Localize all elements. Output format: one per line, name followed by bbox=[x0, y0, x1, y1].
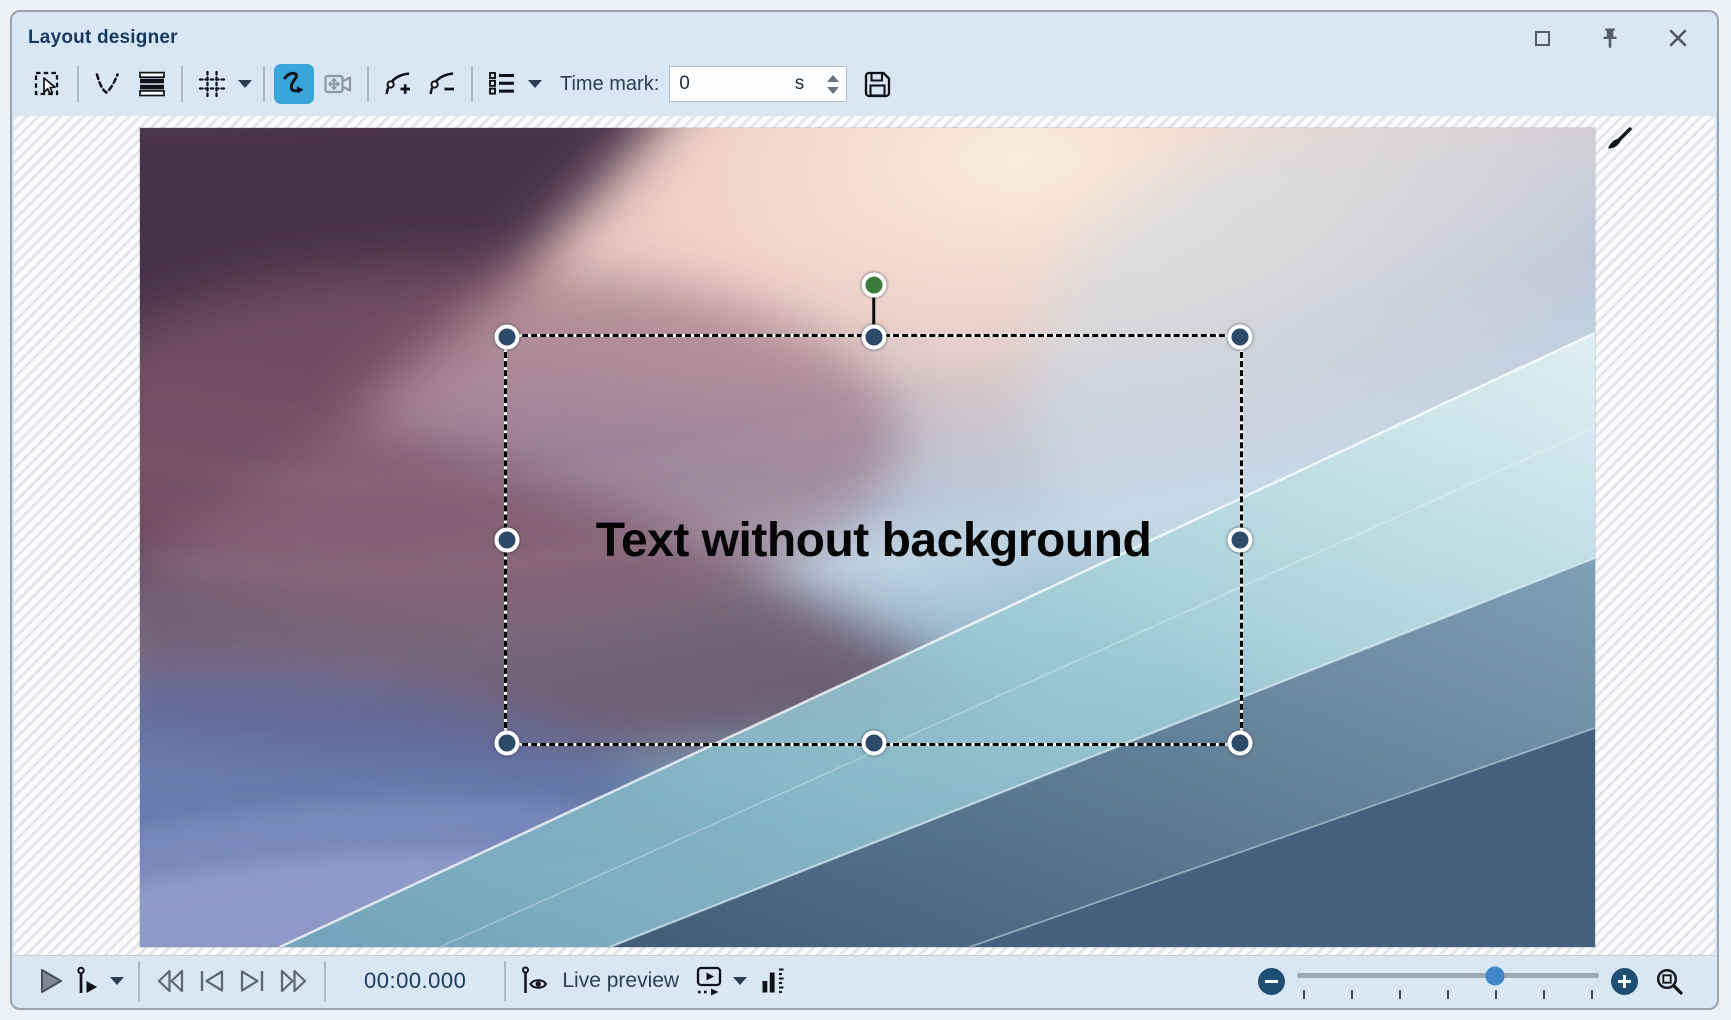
canvas-area: Text without background bbox=[14, 116, 1715, 961]
preview-window-button[interactable] bbox=[693, 965, 725, 998]
zoom-slider-track[interactable] bbox=[1297, 973, 1599, 978]
time-mark-label: Time mark: bbox=[560, 73, 659, 96]
step-back-icon bbox=[196, 965, 228, 997]
rotation-handle[interactable] bbox=[861, 273, 886, 298]
spin-up-icon[interactable] bbox=[827, 75, 839, 82]
brush-icon[interactable] bbox=[1600, 126, 1634, 162]
zoom-out-icon bbox=[1265, 980, 1278, 983]
toolbar-separator bbox=[263, 66, 265, 102]
spin-down-icon[interactable] bbox=[827, 87, 839, 94]
element-list-dropdown-arrow[interactable] bbox=[528, 80, 542, 88]
step-forward-button[interactable] bbox=[236, 965, 268, 997]
selection-box[interactable]: Text without background bbox=[504, 334, 1243, 746]
play-icon bbox=[34, 965, 66, 997]
bottom-bar: 00:00.000 Live preview bbox=[14, 955, 1715, 1006]
zoom-slider-ticks bbox=[1303, 990, 1593, 999]
timecode-display: 00:00.000 bbox=[364, 968, 466, 994]
freehand-draw-button[interactable] bbox=[274, 64, 314, 104]
time-mark-unit: s bbox=[795, 73, 805, 95]
toolbar: Time mark: s bbox=[12, 58, 1717, 116]
toolbar-separator bbox=[367, 66, 369, 102]
camera-pan-button[interactable] bbox=[318, 64, 358, 104]
remove-control-point-button[interactable] bbox=[422, 64, 462, 104]
play-from-mark-icon bbox=[74, 965, 102, 997]
element-list-button[interactable] bbox=[482, 64, 522, 104]
rubber-band-select-button[interactable] bbox=[28, 64, 68, 104]
add-control-point-button[interactable] bbox=[378, 64, 418, 104]
layer-order-icon bbox=[137, 69, 167, 99]
path-select-button[interactable] bbox=[88, 64, 128, 104]
remove-control-point-icon bbox=[426, 68, 458, 100]
time-mark-input[interactable] bbox=[670, 73, 789, 95]
save-icon bbox=[862, 69, 893, 100]
zoom-controls bbox=[1258, 964, 1689, 998]
layout-designer-window: Layout designer bbox=[10, 10, 1719, 1010]
skip-to-start-button[interactable] bbox=[154, 965, 188, 997]
preview-options-dropdown-arrow[interactable] bbox=[733, 977, 747, 985]
design-canvas[interactable]: Text without background bbox=[140, 128, 1595, 947]
toolbar-separator bbox=[181, 66, 183, 102]
toolbar-separator bbox=[77, 66, 79, 102]
close-button[interactable] bbox=[1665, 25, 1691, 51]
stats-button[interactable] bbox=[759, 965, 787, 997]
camera-pan-icon bbox=[322, 68, 354, 100]
play-options-dropdown-arrow[interactable] bbox=[110, 977, 124, 985]
element-list-icon bbox=[487, 69, 517, 99]
titlebar: Layout designer bbox=[12, 12, 1717, 58]
save-button[interactable] bbox=[857, 64, 897, 104]
window-controls bbox=[1529, 25, 1691, 51]
preview-window-icon bbox=[693, 965, 725, 998]
skip-to-end-button[interactable] bbox=[276, 965, 310, 997]
add-control-point-icon bbox=[382, 68, 414, 100]
layer-order-button[interactable] bbox=[132, 64, 172, 104]
zoom-fit-button[interactable] bbox=[1654, 966, 1685, 997]
grid-icon bbox=[197, 69, 227, 99]
zoom-in-button[interactable] bbox=[1611, 968, 1638, 995]
grid-dropdown-arrow[interactable] bbox=[238, 80, 252, 88]
time-mark-group: Time mark: s bbox=[560, 66, 847, 102]
path-select-icon bbox=[93, 69, 123, 99]
bottom-separator bbox=[138, 961, 140, 1001]
stats-icon bbox=[759, 965, 787, 997]
play-from-mark-button[interactable] bbox=[74, 965, 102, 997]
bottom-separator bbox=[504, 961, 506, 1001]
maximize-icon bbox=[1535, 31, 1550, 46]
live-preview-pin-eye-icon bbox=[520, 965, 550, 997]
play-button[interactable] bbox=[34, 965, 66, 997]
text-element[interactable]: Text without background bbox=[507, 337, 1240, 743]
time-mark-spinner bbox=[827, 75, 839, 94]
skip-to-end-icon bbox=[276, 965, 310, 997]
pin-button[interactable] bbox=[1597, 25, 1623, 51]
rubber-band-select-icon bbox=[33, 69, 63, 99]
zoom-slider-thumb[interactable] bbox=[1486, 966, 1505, 985]
bottom-separator bbox=[324, 961, 326, 1001]
toolbar-separator bbox=[471, 66, 473, 102]
maximize-button[interactable] bbox=[1529, 25, 1555, 51]
pin-icon bbox=[1599, 26, 1621, 50]
step-back-button[interactable] bbox=[196, 965, 228, 997]
close-icon bbox=[1668, 28, 1688, 48]
grid-button[interactable] bbox=[192, 64, 232, 104]
step-forward-icon bbox=[236, 965, 268, 997]
zoom-fit-icon bbox=[1654, 966, 1685, 997]
window-title: Layout designer bbox=[28, 27, 178, 49]
zoom-slider[interactable] bbox=[1297, 964, 1599, 998]
live-preview-label: Live preview bbox=[562, 969, 679, 993]
time-mark-spinbox: s bbox=[669, 66, 847, 102]
live-preview-toggle[interactable] bbox=[520, 965, 550, 997]
skip-to-start-icon bbox=[154, 965, 188, 997]
zoom-out-button[interactable] bbox=[1258, 968, 1285, 995]
freehand-draw-icon bbox=[278, 68, 310, 100]
